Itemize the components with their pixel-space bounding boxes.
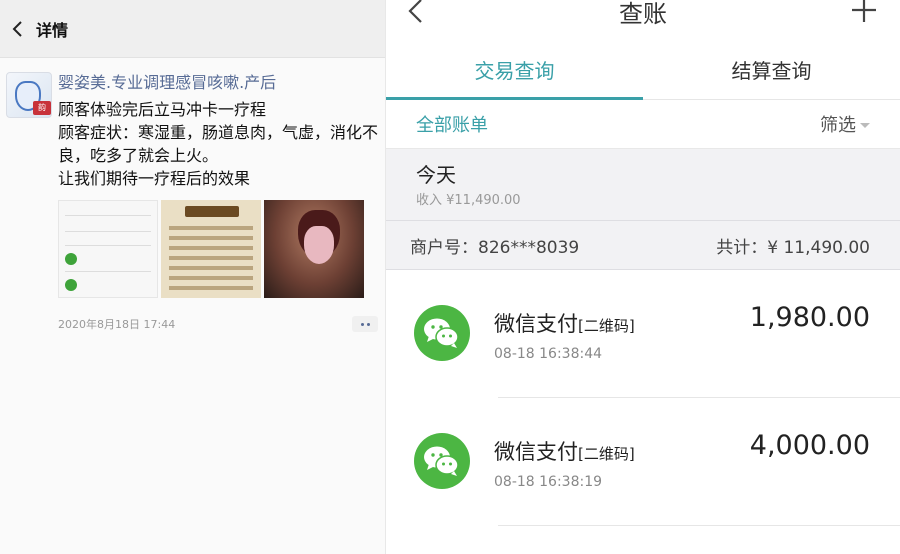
detail-header: 详情 xyxy=(0,0,385,58)
thumbnail-treatment-flyer[interactable] xyxy=(161,200,261,298)
transaction-amount: 1,980.00 xyxy=(749,302,870,333)
post-line: 顾客体验完后立马冲卡一疗程 xyxy=(58,100,267,119)
avatar[interactable]: 韵 xyxy=(6,72,52,118)
app-bar: 查账 xyxy=(386,0,900,42)
post-line: 让我们期待一疗程后的效果 xyxy=(58,169,251,188)
moments-detail-panel: 详情 韵 婴姿美.专业调理感冒咳嗽.产后 顾客体验完后立马冲卡一疗程 顾客症状：… xyxy=(0,0,385,554)
merchant-id: 商户号：826***8039 xyxy=(410,237,580,258)
day-summary: 今天 收入 ¥11,490.00 xyxy=(386,148,900,220)
active-tab-indicator xyxy=(386,97,643,100)
wechat-pay-icon xyxy=(414,305,470,361)
all-bills-dropdown[interactable]: 全部账单 xyxy=(416,111,488,137)
transaction-amount: 4,000.00 xyxy=(749,430,870,461)
back-arrow-icon[interactable] xyxy=(6,18,28,40)
post-date: 2020年8月18日 17:44 xyxy=(58,318,176,331)
post-line: 顾客症状：寒湿重，肠道息肉，气虚，消化不良，吃多了就会上火。 xyxy=(58,123,379,165)
filter-label: 筛选 xyxy=(820,115,856,136)
post-text: 顾客体验完后立马冲卡一疗程 顾客症状：寒湿重，肠道息肉，气虚，消化不良，吃多了就… xyxy=(58,98,382,190)
tab-transaction-query[interactable]: 交易查询 xyxy=(386,42,643,99)
transaction-row[interactable]: 微信支付[二维码] 08-18 16:38:19 4,000.00 xyxy=(386,398,900,526)
transaction-time: 08-18 16:38:44 xyxy=(494,346,603,362)
post-image-grid xyxy=(58,200,382,298)
day-income: 收入 ¥11,490.00 xyxy=(416,193,521,208)
plus-icon[interactable] xyxy=(850,0,878,28)
transaction-name: 微信支付[二维码] xyxy=(494,312,635,336)
transaction-row[interactable]: 微信支付[二维码] 08-18 16:38:44 1,980.00 xyxy=(386,270,900,398)
more-options-icon[interactable] xyxy=(352,316,378,332)
thumbnail-payment-screenshot[interactable] xyxy=(58,200,158,298)
wechat-pay-icon xyxy=(414,433,470,489)
tab-settlement-query[interactable]: 结算查询 xyxy=(643,42,900,99)
page-title: 详情 xyxy=(36,20,69,40)
divider xyxy=(498,525,900,526)
merchant-summary: 商户号：826***8039 共计：¥ 11,490.00 xyxy=(386,220,900,270)
filter-button[interactable]: 筛选 xyxy=(820,111,870,137)
page-title: 查账 xyxy=(619,0,667,28)
post-username[interactable]: 婴姿美.专业调理感冒咳嗽.产后 xyxy=(58,72,382,94)
thumbnail-tongue-photo[interactable] xyxy=(264,200,364,298)
caret-down-icon xyxy=(860,122,870,128)
transaction-name: 微信支付[二维码] xyxy=(494,440,635,464)
moment-post: 韵 婴姿美.专业调理感冒咳嗽.产后 顾客体验完后立马冲卡一疗程 顾客症状：寒湿重… xyxy=(6,72,382,332)
billing-panel: 查账 交易查询 结算查询 全部账单 筛选 今天 收入 ¥11,490.00 商户… xyxy=(385,0,900,554)
merchant-total: 共计：¥ 11,490.00 xyxy=(716,237,870,258)
filter-row: 全部账单 筛选 xyxy=(386,100,900,148)
day-title: 今天 xyxy=(416,163,456,187)
tab-bar: 交易查询 结算查询 xyxy=(386,42,900,100)
transaction-time: 08-18 16:38:19 xyxy=(494,474,603,490)
